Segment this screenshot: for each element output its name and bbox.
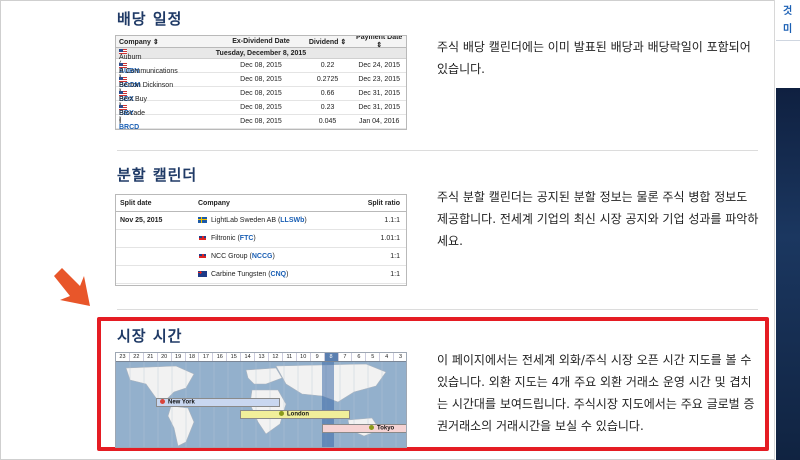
company-cell[interactable]: NCC Group (NCCG)	[198, 253, 348, 260]
au-flag-icon	[198, 271, 207, 278]
dividend-cell: 0.22	[320, 62, 335, 69]
company-cell[interactable]: Brocade (BRCD)	[116, 105, 219, 129]
ex-date-cell: Dec 08, 2015	[240, 104, 282, 111]
dividend-description: 주식 배당 캘린더에는 이미 발표된 배당과 배당락일이 포함되어 있습니다.	[437, 40, 751, 76]
clock-icon	[279, 411, 284, 416]
dividend-title[interactable]: 배당 일정	[117, 8, 182, 29]
col-split-ratio: Split ratio	[367, 199, 400, 207]
table-row[interactable]: Nov 25, 2015 LightLab Sweden AB (LLSWb) 1.…	[116, 212, 406, 230]
hour-label: 16	[213, 353, 228, 361]
hour-label: 17	[199, 353, 214, 361]
divider	[117, 150, 758, 151]
divider	[776, 40, 800, 41]
hour-label: 12	[269, 353, 283, 361]
payment-date-cell: Dec 24, 2015	[358, 62, 401, 69]
col-ex-date: Ex-Dividend Date	[232, 38, 290, 45]
clock-icon	[160, 399, 165, 404]
dividend-cell: 0.045	[318, 118, 337, 125]
hour-label: 10	[297, 353, 311, 361]
col-company: Company	[198, 199, 230, 207]
split-title[interactable]: 분할 캘린더	[117, 164, 197, 185]
us-flag-icon	[119, 77, 127, 82]
hour-label: 21	[144, 353, 158, 361]
arrow-icon	[54, 268, 90, 306]
table-row[interactable]: NCC Group (NCCG) 1:1	[116, 248, 406, 266]
us-flag-icon	[119, 105, 127, 110]
us-flag-icon	[119, 49, 127, 54]
table-row[interactable]: Brocade (BRCD) Dec 08, 2015 0.045 Jan 04, 2…	[116, 105, 406, 129]
hour-label: 6	[352, 353, 367, 361]
table-row[interactable]: Filtronic (FTC) 1.01:1	[116, 230, 406, 248]
hour-label: 5	[366, 353, 381, 361]
hour-label: 7	[339, 353, 353, 361]
payment-date-cell: Dec 31, 2015	[358, 104, 401, 111]
split-table-header: Split date Company Split ratio	[116, 195, 406, 212]
company-cell[interactable]: Carbine Tungsten (CNQ)	[198, 271, 348, 278]
divider	[117, 309, 758, 310]
table-row[interactable]: Carbine Tungsten (CNQ) 1:1	[116, 266, 406, 284]
sidebar-banner[interactable]	[776, 88, 800, 460]
payment-date-cell: Dec 31, 2015	[358, 90, 401, 97]
dividend-cell: 0.66	[320, 90, 335, 97]
hour-label: 4	[380, 353, 395, 361]
market-tokyo[interactable]: Tokyo	[322, 424, 406, 433]
sidebar-link[interactable]: 것	[783, 2, 792, 17]
hour-label: 23	[116, 353, 130, 361]
hour-scale: 23 22 21 20 19 18 17 16 15 14 13 12 11 10 9 8 7 6 5 4 3	[116, 353, 406, 362]
clock-icon	[369, 425, 374, 430]
col-company[interactable]: Company ⇕	[116, 38, 219, 46]
sidebar-link[interactable]: 미	[783, 20, 792, 35]
hour-label: 3	[394, 353, 406, 361]
dividend-table-header: Company ⇕ Ex-Dividend Date Dividend ⇕ Pa…	[116, 36, 406, 49]
payment-date-cell: Jan 04, 2016	[358, 118, 400, 125]
split-ratio-cell: 1:1	[390, 271, 400, 278]
market-new-york[interactable]: New York	[156, 398, 280, 407]
dividend-cell: 0.2725	[316, 76, 339, 83]
payment-date-cell: Dec 23, 2015	[358, 76, 401, 83]
dividend-cell: 0.23	[320, 104, 335, 111]
col-dividend[interactable]: Dividend ⇕	[303, 38, 353, 46]
market-hours-title[interactable]: 시장 시간	[117, 325, 182, 346]
gb-flag-icon	[198, 235, 207, 242]
hour-label: 22	[130, 353, 144, 361]
market-london[interactable]: London	[240, 410, 350, 419]
col-split-date: Split date	[120, 199, 152, 207]
hour-label: 11	[283, 353, 297, 361]
hour-label: 8	[324, 353, 339, 361]
us-flag-icon	[119, 63, 127, 68]
ex-date-cell: Dec 08, 2015	[240, 90, 282, 97]
hour-label: 19	[172, 353, 186, 361]
gb-flag-icon	[198, 253, 207, 260]
hour-label: 13	[255, 353, 269, 361]
company-cell[interactable]: LightLab Sweden AB (LLSWb)	[198, 217, 348, 224]
split-date-cell: Nov 25, 2015	[120, 217, 163, 224]
hour-label: 9	[311, 353, 325, 361]
hour-label: 20	[158, 353, 172, 361]
ex-date-cell: Dec 08, 2015	[240, 62, 282, 69]
split-description: 주식 분할 캘린더는 공지된 분할 정보는 물론 주식 병합 정보도 제공합니다…	[437, 190, 759, 248]
split-ratio-cell: 1.01:1	[380, 235, 400, 242]
hour-label: 15	[227, 353, 242, 361]
split-table[interactable]: Split date Company Split ratio Nov 25, 2…	[115, 194, 407, 286]
split-ratio-cell: 1.1:1	[384, 217, 400, 224]
market-hours-description: 이 페이지에서는 전세계 외화/주식 시장 오픈 시간 지도를 볼 수 있습니다…	[437, 353, 755, 433]
hour-label: 14	[241, 353, 256, 361]
us-flag-icon	[119, 91, 127, 96]
split-ratio-cell: 1:1	[390, 253, 400, 260]
col-payment-date[interactable]: Payment Date ⇕	[352, 36, 406, 49]
ex-date-cell: Dec 08, 2015	[240, 118, 282, 125]
ex-date-cell: Dec 08, 2015	[240, 76, 282, 83]
market-hours-map[interactable]: 23 22 21 20 19 18 17 16 15 14 13 12 11 10 9 8 7 6 5 4 3 New …	[115, 352, 407, 448]
dividend-table[interactable]: Company ⇕ Ex-Dividend Date Dividend ⇕ Pa…	[115, 35, 407, 130]
right-sidebar: 것 미	[774, 0, 800, 460]
hour-label: 18	[186, 353, 200, 361]
company-cell[interactable]: Filtronic (FTC)	[198, 235, 348, 242]
se-flag-icon	[198, 217, 207, 224]
